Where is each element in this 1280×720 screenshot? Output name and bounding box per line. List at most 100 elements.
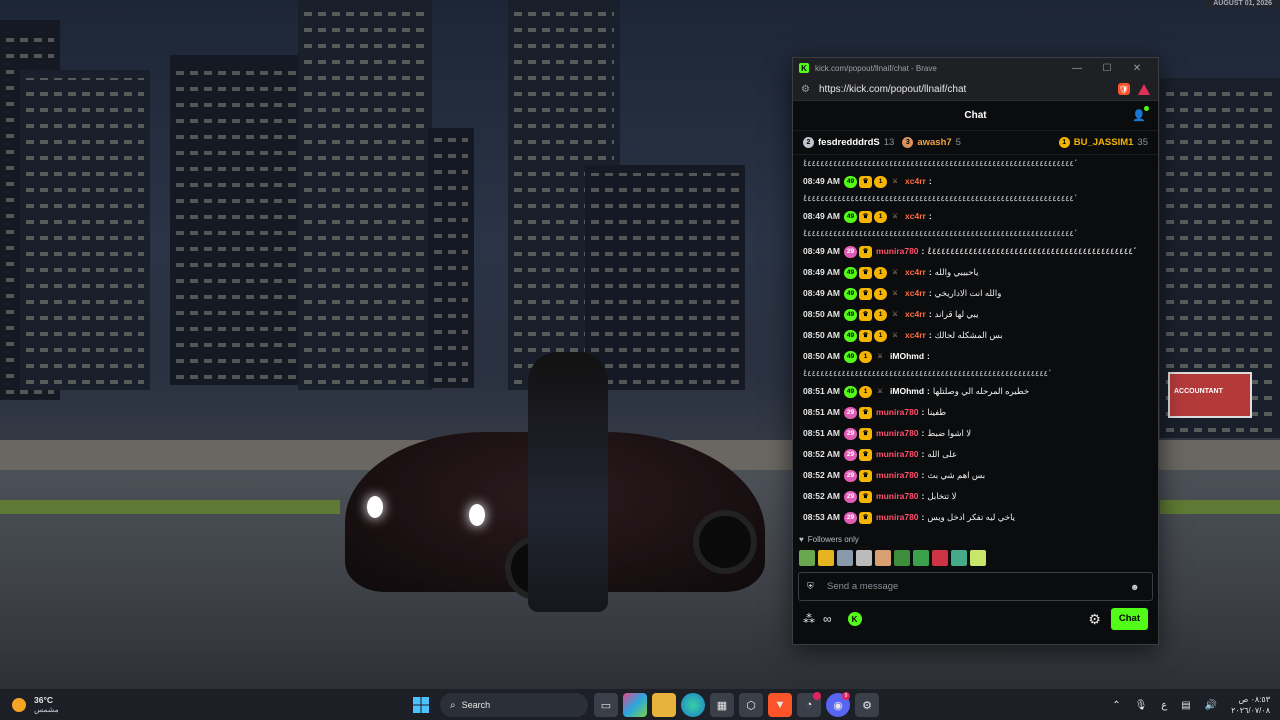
emote-icon[interactable] (875, 550, 891, 566)
message-username[interactable]: munira780 (876, 241, 919, 262)
brave-icon[interactable]: ▼ (768, 693, 792, 717)
message-username[interactable]: munira780 (876, 465, 919, 486)
kick-coin-icon[interactable]: K (847, 612, 862, 626)
building (298, 0, 432, 390)
message-time: 08:53 AM (803, 512, 841, 522)
app-icon[interactable]: ⬡ (739, 693, 763, 717)
sun-icon (12, 697, 26, 712)
leaderboard-entry[interactable]: 1 BU_JASSIM1 35 (1058, 137, 1148, 148)
subscriber-badge: 49 (844, 210, 858, 223)
chat-input[interactable]: ⛨ Send a message ☻ (798, 572, 1153, 601)
minimize-button[interactable]: — (1062, 63, 1092, 74)
language-indicator[interactable]: ع (1161, 700, 1167, 711)
message-username[interactable]: xc4rr (905, 262, 926, 283)
emote-icon[interactable] (970, 550, 986, 566)
message-username[interactable]: munira780 (876, 486, 919, 507)
message-username[interactable]: xc4rr (905, 206, 926, 227)
chat-message: 08:53 AM 29 ♛ munira780: ياخي ليه تفكر ادخل … (803, 507, 1148, 528)
building (20, 70, 150, 390)
emote-icon[interactable] (799, 550, 815, 566)
colon: : (928, 309, 932, 319)
start-icon[interactable] (409, 693, 433, 717)
message-username[interactable]: iMOhmd (890, 381, 924, 402)
message-username[interactable]: xc4rr (905, 304, 926, 325)
microphone-icon[interactable]: 🎙 (1135, 700, 1148, 711)
weather-temp: 36°C (34, 694, 53, 705)
gift-tier-icon: 1 (874, 308, 888, 321)
message-time: 08:49 AM (803, 267, 841, 277)
chat-input-placeholder[interactable]: Send a message (821, 581, 1130, 592)
emote-icon[interactable] (856, 550, 872, 566)
message-username[interactable]: xc4rr (905, 325, 926, 346)
microsoft-365-icon[interactable] (623, 693, 647, 717)
close-button[interactable]: ✕ (1122, 63, 1152, 74)
maximize-button[interactable]: ☐ (1092, 63, 1122, 74)
message-username[interactable]: iMOhmd (890, 346, 924, 367)
emote-icon[interactable] (932, 550, 948, 566)
emote-icon[interactable] (951, 550, 967, 566)
volume-icon[interactable]: 🔊 (1205, 700, 1217, 711)
chat-message-overflow: ٔ٤٤٤٤٤٤٤٤٤٤٤٤٤٤٤٤٤٤٤٤٤٤٤٤٤٤٤٤٤٤٤٤٤٤٤٤٤٤٤… (803, 159, 1074, 168)
rank-badge: 2 (803, 137, 814, 148)
send-chat-button[interactable]: Chat (1110, 608, 1148, 630)
message-username[interactable]: munira780 (876, 402, 919, 423)
title-bar: K kick.com/popout/llnaif/chat - Brave — … (793, 58, 1158, 78)
weather-condition: مشمس (34, 704, 59, 714)
crown-icon: ♛ (859, 266, 873, 279)
settings-gear-icon[interactable]: ⚙ (1088, 611, 1101, 628)
emoji-icon[interactable]: ☻ (1130, 582, 1144, 592)
message-username[interactable]: munira780 (876, 423, 919, 444)
leaderboard-entry[interactable]: 3 awash7 5 (902, 137, 961, 148)
followers-only-label: Followers only (807, 534, 859, 544)
discord-icon[interactable]: ◉ 9 (826, 692, 850, 717)
subscriber-badge: 49 (844, 385, 858, 398)
task-view-icon[interactable]: ▭ (594, 693, 618, 717)
leaderboard-username[interactable]: awash7 (917, 137, 951, 148)
emote-icon[interactable] (837, 550, 853, 566)
users-icon[interactable]: 👤 (1132, 106, 1149, 123)
chat-message-overflow: ٔ٤٤٤٤٤٤٤٤٤٤٤٤٤٤٤٤٤٤٤٤٤٤٤٤٤٤٤٤٤٤٤٤٤٤٤٤٤٤٤… (803, 369, 1048, 378)
message-text: خطيره المرحله الي وصلتلها (932, 386, 1030, 396)
emote-icon[interactable] (894, 550, 910, 566)
colon: : (921, 428, 925, 438)
edge-icon[interactable] (681, 693, 705, 717)
brave-shields-icon[interactable]: 🛡 (1118, 83, 1130, 95)
network-icon[interactable]: ▤ (1181, 700, 1190, 711)
emote-icon[interactable] (818, 550, 834, 566)
billboard: ACCOUNTANT (1168, 372, 1252, 418)
message-username[interactable]: munira780 (876, 444, 919, 465)
app-icon[interactable]: ◔ (797, 692, 821, 717)
brave-rewards-icon[interactable] (1138, 83, 1150, 95)
chat-title: Chat (964, 110, 987, 121)
points-icon[interactable]: ⁂ (803, 612, 815, 626)
colon: : (928, 267, 932, 277)
leaderboard-username[interactable]: BU_JASSIM1 (1074, 137, 1134, 148)
url-text[interactable]: https://kick.com/popout/llnaif/chat (819, 84, 1112, 95)
taskbar-search[interactable]: ⌕ Search (440, 693, 588, 717)
message-username[interactable]: xc4rr (905, 283, 926, 304)
chat-message: 08:49 AM 49 ♛ 1 ⚔ xc4rr: ياحبيبي والله (803, 262, 1148, 283)
address-bar[interactable]: ⚙ https://kick.com/popout/llnaif/chat 🛡 (793, 78, 1158, 101)
message-text: على الله (927, 449, 958, 459)
settings-icon[interactable]: ⚙ (855, 693, 879, 717)
clock-date: ٢٠٢٦/٠٧/٠٨ (1231, 706, 1270, 715)
store-icon[interactable]: ▦ (710, 693, 734, 717)
sword-icon: ⚔ (892, 178, 898, 185)
chat-message-overflow: ٔ٤٤٤٤٤٤٤٤٤٤٤٤٤٤٤٤٤٤٤٤٤٤٤٤٤٤٤٤٤٤٤٤٤٤٤٤٤٤٤… (803, 229, 1074, 238)
clock[interactable]: ٠٨:٥٣ ص ٢٠٢٦/٠٧/٠٨ (1231, 694, 1270, 716)
message-username[interactable]: munira780 (876, 507, 919, 528)
chevron-up-icon[interactable]: ⌃ (1112, 700, 1120, 711)
message-username[interactable]: xc4rr (905, 171, 926, 192)
emote-icon[interactable] (913, 550, 929, 566)
infinity-icon[interactable]: ∞ (823, 612, 832, 626)
message-text: لا تتخابل (927, 491, 957, 501)
gift-count: 13 (883, 137, 895, 148)
leaderboard-username[interactable]: fesdredddrdS (818, 137, 880, 148)
file-explorer-icon[interactable] (652, 693, 676, 717)
colon: : (928, 176, 932, 186)
leaderboard-entry[interactable]: 2 fesdredddrdS 13 (803, 137, 894, 148)
weather-widget[interactable]: 36°C مشمس (0, 695, 200, 715)
site-settings-icon[interactable]: ⚙ (801, 84, 819, 95)
subscriber-badge: 29 (844, 448, 858, 461)
sword-icon: ⚔ (892, 332, 898, 339)
